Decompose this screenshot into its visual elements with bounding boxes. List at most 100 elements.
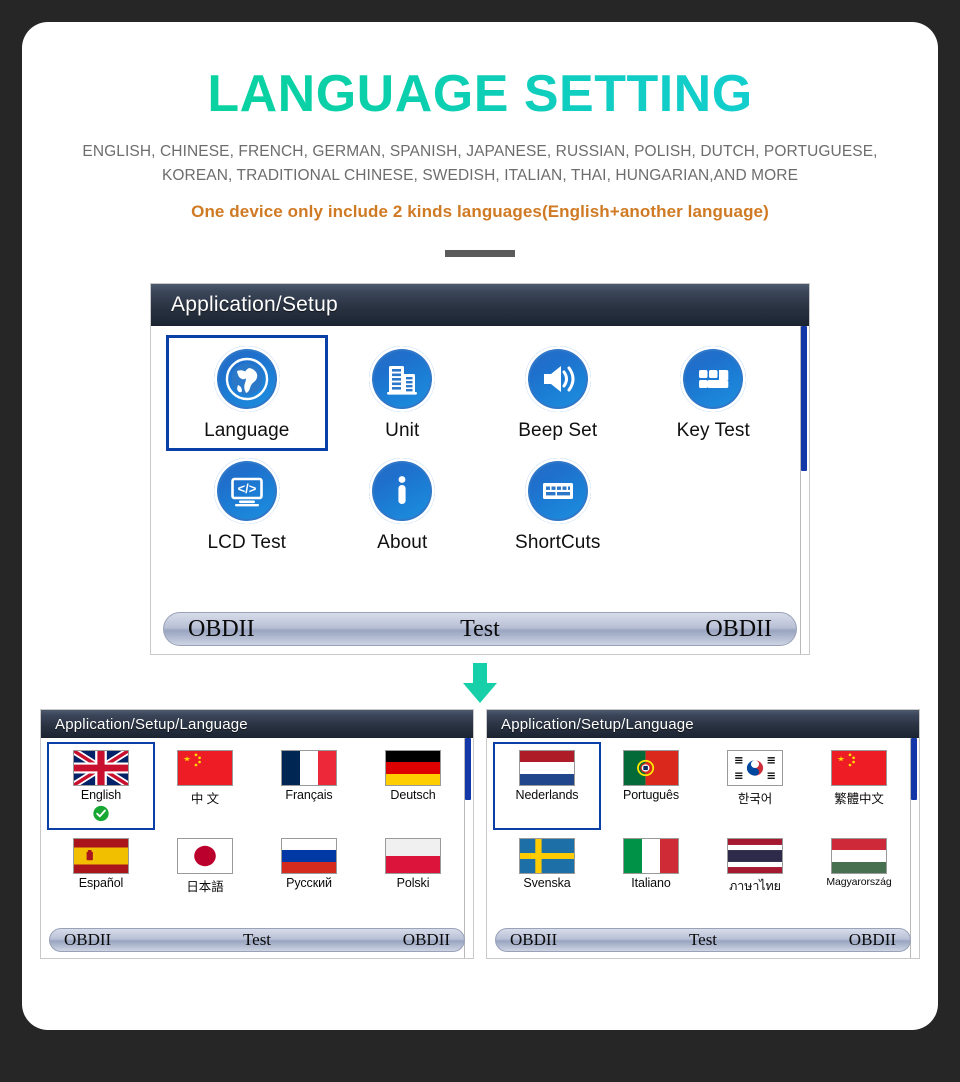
- language-tile-label: Français: [285, 788, 333, 803]
- keypad-icon: [680, 346, 747, 413]
- setup-tile-label: About: [377, 532, 428, 554]
- speaker-icon: [524, 346, 591, 413]
- flag-netherlands-icon: [519, 750, 575, 787]
- language-tile-label: 中 文: [190, 792, 220, 807]
- bottom-bar-left-label[interactable]: OBDII: [50, 930, 193, 950]
- flag-hungary-icon: [831, 838, 887, 875]
- language-tile-english[interactable]: English: [47, 742, 155, 831]
- language-tile-german[interactable]: Deutsch: [361, 744, 465, 832]
- language-tile-hungarian[interactable]: Magyarország: [807, 832, 911, 920]
- language-tile-label: Русский: [286, 876, 332, 891]
- bottom-bar-middle-label[interactable]: Test: [639, 930, 768, 950]
- setup-tile-lcd-test[interactable]: </> LCD Test: [169, 450, 325, 560]
- setup-tile-about[interactable]: About: [325, 450, 481, 560]
- language-tile-italian[interactable]: Italiano: [599, 832, 703, 920]
- flag-poland-icon: [385, 838, 441, 875]
- setup-tile-label: LCD Test: [207, 532, 287, 554]
- language-left-body: English 中 文 Français Deutsch Español 日本語…: [41, 738, 473, 959]
- language-right-bottom-bar: OBDII Test OBDII: [495, 928, 911, 953]
- language-right-scrollbar-track[interactable]: [910, 738, 919, 959]
- language-tile-label: English: [80, 788, 122, 803]
- hero-section: LANGUAGE SETTING ENGLISH, CHINESE, FRENC…: [22, 22, 938, 258]
- language-left-breadcrumb: Application/Setup/Language: [41, 710, 473, 739]
- supported-languages-text: ENGLISH, CHINESE, FRENCH, GERMAN, SPANIS…: [22, 140, 938, 188]
- setup-tile-label: Key Test: [676, 420, 750, 442]
- info-icon: [369, 458, 436, 525]
- setup-scrollbar-track[interactable]: [800, 326, 809, 655]
- bottom-bar-right-label[interactable]: OBDII: [321, 930, 464, 950]
- setup-bottom-bar: OBDII Test OBDII: [163, 612, 797, 647]
- bottom-bar-left-label[interactable]: OBDII: [496, 930, 639, 950]
- setup-screen: Application/Setup Language Unit Beep Set…: [150, 283, 810, 656]
- checkmark-icon: [93, 805, 109, 822]
- language-tile-portuguese[interactable]: Português: [599, 744, 703, 832]
- setup-screen-body: Language Unit Beep Set Key Test </> LCD …: [151, 326, 809, 655]
- language-tile-thai[interactable]: ภาษาไทย: [703, 832, 807, 920]
- language-left-scrollbar-thumb[interactable]: [465, 738, 471, 801]
- language-tile-label: Magyarország: [826, 876, 892, 889]
- language-tile-dutch[interactable]: Nederlands: [493, 742, 601, 831]
- language-tile-label: Svenska: [523, 876, 571, 891]
- setup-tile-grid: Language Unit Beep Set Key Test </> LCD …: [151, 326, 809, 560]
- language-tile-chinese[interactable]: 中 文: [153, 744, 257, 832]
- flag-russia-icon: [281, 838, 337, 875]
- bottom-bar-middle-label[interactable]: Test: [193, 930, 322, 950]
- bottom-bar-right-label[interactable]: OBDII: [767, 930, 910, 950]
- code-screen-icon: </>: [213, 458, 280, 525]
- flow-arrow: [22, 663, 938, 707]
- language-tile-russian[interactable]: Русский: [257, 832, 361, 920]
- supported-languages-line-2: KOREAN, TRADITIONAL CHINESE, SWEDISH, IT…: [161, 167, 799, 185]
- setup-tile-key-test[interactable]: Key Test: [636, 338, 792, 448]
- language-tile-label: 한국어: [737, 792, 773, 807]
- flag-germany-icon: [385, 750, 441, 787]
- language-tile-label: 繁體中文: [834, 792, 884, 807]
- down-arrow-icon: [463, 663, 497, 704]
- language-left-scrollbar-track[interactable]: [464, 738, 473, 959]
- setup-tile-label: ShortCuts: [515, 532, 601, 554]
- language-tile-swedish[interactable]: Svenska: [495, 832, 599, 920]
- flag-spain-icon: [73, 838, 129, 875]
- language-tile-label: ภาษาไทย: [729, 879, 781, 894]
- language-tile-label: Português: [622, 788, 680, 803]
- setup-tile-label: Beep Set: [518, 420, 598, 442]
- keyboard-icon: [524, 458, 591, 525]
- globe-icon: [213, 346, 280, 413]
- setup-scrollbar-thumb[interactable]: [801, 326, 807, 472]
- language-right-body: Nederlands Português 한국어 繁體中文 Svenska It…: [487, 738, 919, 959]
- language-tile-label: Deutsch: [390, 788, 436, 803]
- language-tile-japanese[interactable]: 日本語: [153, 832, 257, 920]
- language-right-scrollbar-thumb[interactable]: [911, 738, 917, 801]
- setup-tile-unit[interactable]: Unit: [325, 338, 481, 448]
- language-tile-traditional-chinese[interactable]: 繁體中文: [807, 744, 911, 832]
- svg-text:</>: </>: [237, 481, 256, 496]
- setup-tile-language[interactable]: Language: [166, 335, 328, 452]
- language-tile-korean[interactable]: 한국어: [703, 744, 807, 832]
- language-tile-label: Español: [78, 876, 124, 891]
- language-left-grid: English 中 文 Français Deutsch Español 日本語…: [41, 738, 473, 920]
- language-tile-polish[interactable]: Polski: [361, 832, 465, 920]
- setup-tile-shortcuts[interactable]: ShortCuts: [480, 450, 636, 560]
- flag-italy-icon: [623, 838, 679, 875]
- language-screen-right: Application/Setup/Language Nederlands Po…: [486, 709, 920, 960]
- flag-france-icon: [281, 750, 337, 787]
- setup-tile-beep-set[interactable]: Beep Set: [480, 338, 636, 448]
- divider-dash: [445, 250, 515, 258]
- language-right-grid: Nederlands Português 한국어 繁體中文 Svenska It…: [487, 738, 919, 920]
- language-screens-row: Application/Setup/Language English 中 文 F…: [22, 709, 938, 960]
- language-tile-french[interactable]: Français: [257, 744, 361, 832]
- flag-thailand-icon: [727, 838, 783, 875]
- flag-china-icon: [831, 750, 887, 787]
- language-left-bottom-bar: OBDII Test OBDII: [49, 928, 465, 953]
- setup-tile-label: Unit: [385, 420, 420, 442]
- flag-portugal-icon: [623, 750, 679, 787]
- bottom-bar-right-label[interactable]: OBDII: [577, 616, 796, 643]
- buildings-icon: [369, 346, 436, 413]
- flag-china-icon: [177, 750, 233, 787]
- device-language-note: One device only include 2 kinds language…: [191, 202, 769, 222]
- setup-breadcrumb: Application/Setup: [151, 284, 809, 327]
- page-card: LANGUAGE SETTING ENGLISH, CHINESE, FRENC…: [22, 22, 938, 1030]
- language-right-breadcrumb: Application/Setup/Language: [487, 710, 919, 739]
- bottom-bar-middle-label[interactable]: Test: [383, 616, 578, 643]
- language-tile-spanish[interactable]: Español: [49, 832, 153, 920]
- bottom-bar-left-label[interactable]: OBDII: [164, 616, 383, 643]
